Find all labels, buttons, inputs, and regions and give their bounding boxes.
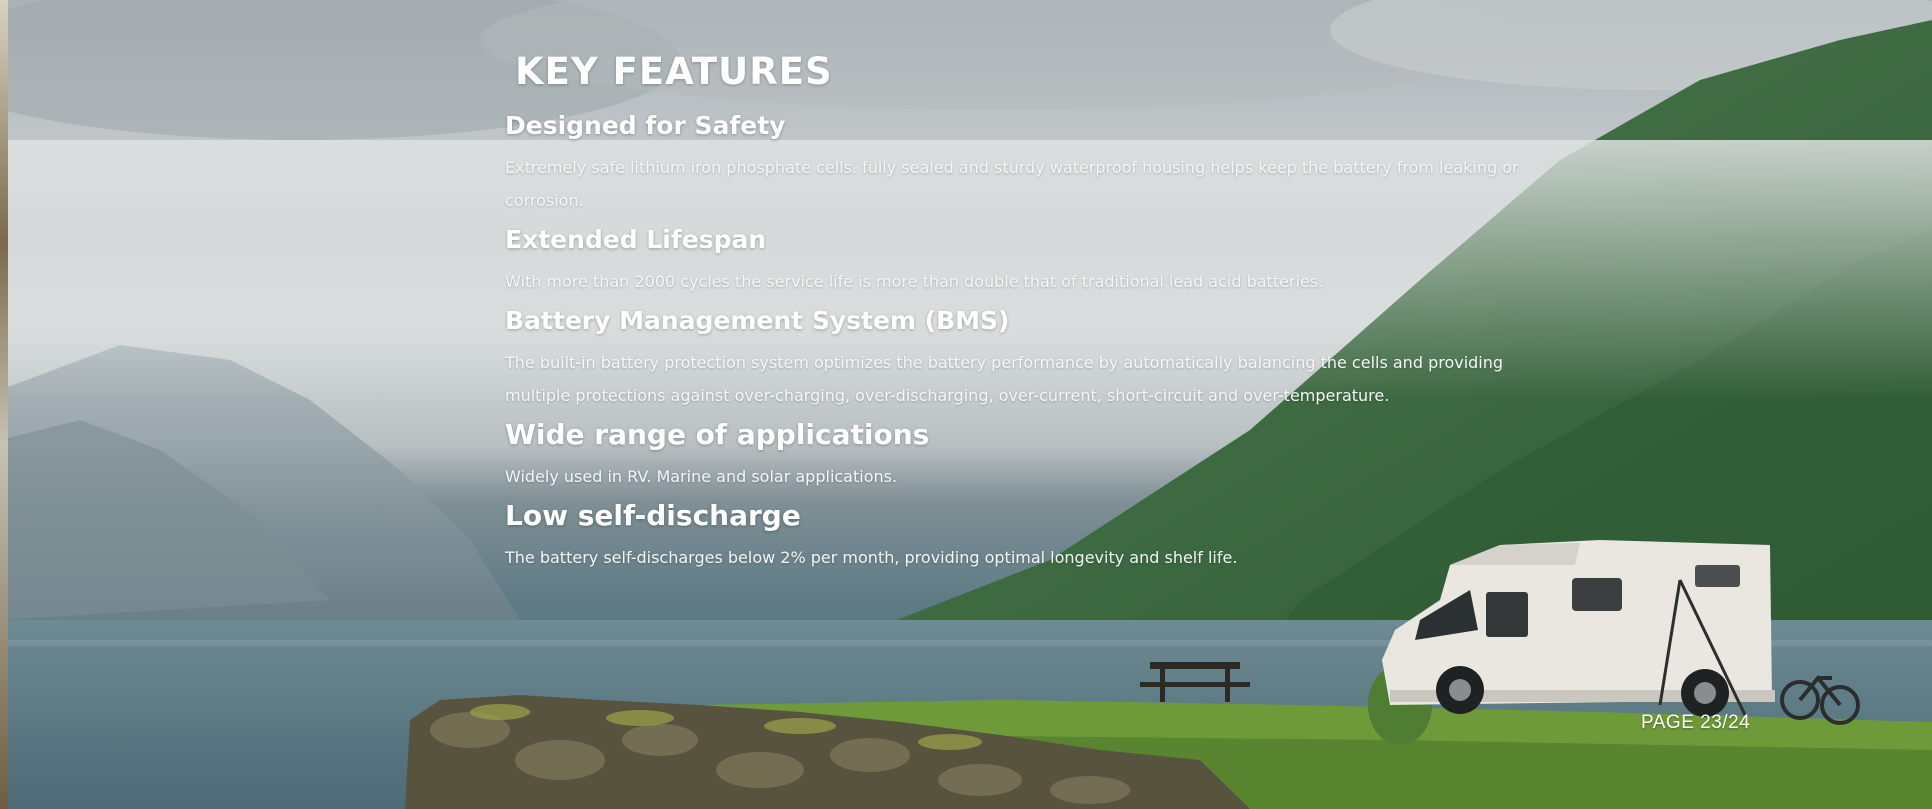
feature-heading: Wide range of applications xyxy=(505,418,930,451)
feature-heading: Designed for Safety xyxy=(505,111,786,140)
key-features-section: KEY FEATURES Designed for Safety Extreme… xyxy=(505,50,1545,582)
brochure-page: KEY FEATURES Designed for Safety Extreme… xyxy=(0,0,1932,809)
feature-description: The built-in battery protection system o… xyxy=(505,353,1504,405)
feature-self-discharge: Low self-discharge The battery self-disc… xyxy=(505,501,1545,574)
feature-lifespan: Extended Lifespan With more than 2000 cy… xyxy=(505,225,1545,298)
feature-description: Extremely safe lithium iron phosphate ce… xyxy=(505,158,1519,210)
page-title: KEY FEATURES xyxy=(515,50,833,93)
feature-heading: Low self-discharge xyxy=(505,499,801,532)
page-edge-strip xyxy=(0,0,8,809)
feature-description: With more than 2000 cycles the service l… xyxy=(505,272,1324,291)
feature-bms: Battery Management System (BMS) The buil… xyxy=(505,306,1545,412)
feature-safety: Designed for Safety Extremely safe lithi… xyxy=(505,111,1545,217)
page-number: PAGE 23/24 xyxy=(1641,712,1751,733)
feature-heading: Battery Management System (BMS) xyxy=(505,306,1010,335)
feature-heading: Extended Lifespan xyxy=(505,225,767,254)
feature-description: Widely used in RV. Marine and solar appl… xyxy=(505,467,898,486)
feature-applications: Wide range of applications Widely used i… xyxy=(505,420,1545,493)
feature-description: The battery self-discharges below 2% per… xyxy=(505,548,1238,567)
